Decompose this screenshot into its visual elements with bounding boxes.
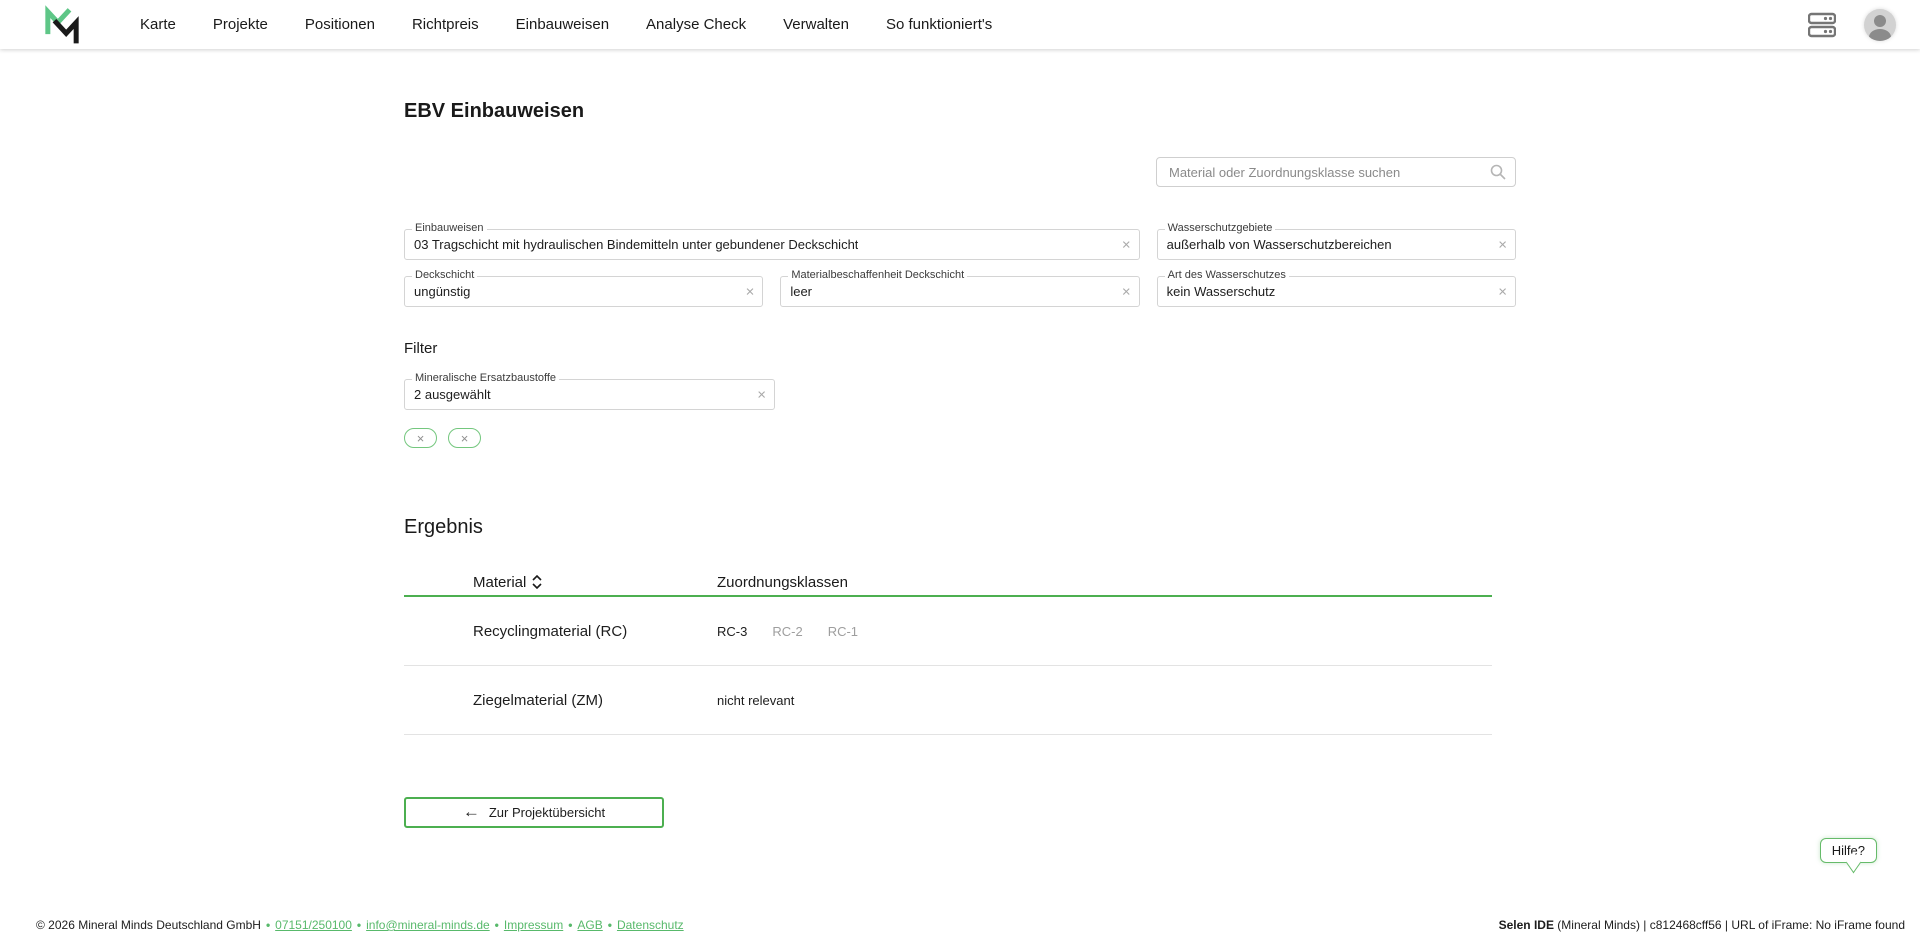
back-button-label: Zur Projektübersicht — [489, 805, 605, 820]
nav-item-projekte[interactable]: Projekte — [213, 16, 268, 33]
field-materialbeschaffenheit[interactable]: Materialbeschaffenheit Deckschicht leer … — [780, 276, 1139, 307]
result-heading: Ergebnis — [404, 516, 1516, 539]
search-box — [1156, 157, 1516, 187]
filter-chip[interactable]: × — [404, 428, 437, 448]
impressum-link[interactable]: Impressum — [504, 918, 563, 932]
nav-item-karte[interactable]: Karte — [140, 16, 176, 33]
field-deckschicht-label: Deckschicht — [412, 269, 477, 281]
separator-dot: • — [608, 918, 612, 932]
field-einbauweisen-label: Einbauweisen — [412, 222, 487, 234]
table-row: Ziegelmaterial (ZM) nicht relevant — [404, 666, 1492, 735]
field-materialbeschaffenheit-label: Materialbeschaffenheit Deckschicht — [788, 269, 967, 281]
field-mineralische-ersatzbaustoffe-value: 2 ausgewählt — [414, 387, 491, 402]
help-button[interactable]: Hilfe? — [1820, 838, 1877, 863]
main-nav: Karte Projekte Positionen Richtpreis Ein… — [140, 16, 992, 33]
nav-item-richtpreis[interactable]: Richtpreis — [412, 16, 479, 33]
filter-heading: Filter — [404, 340, 1516, 357]
filter-chip[interactable]: × — [448, 428, 481, 448]
separator-dot: • — [357, 918, 361, 932]
result-table: Material Zuordnungsklassen Recyclingmate… — [404, 569, 1492, 735]
sort-icon — [531, 575, 543, 589]
email-link[interactable]: info@mineral-minds.de — [366, 918, 490, 932]
datenschutz-link[interactable]: Datenschutz — [617, 918, 684, 932]
clear-icon[interactable]: × — [1498, 284, 1507, 299]
field-mineralische-ersatzbaustoffe-label: Mineralische Ersatzbaustoffe — [412, 372, 559, 384]
material-cell: Ziegelmaterial (ZM) — [404, 692, 717, 709]
clear-icon[interactable]: × — [757, 387, 766, 402]
mineral-minds-logo[interactable] — [42, 5, 82, 45]
arrow-left-icon: ← — [463, 803, 480, 820]
clear-icon[interactable]: × — [1122, 284, 1131, 299]
column-header-material[interactable]: Material — [404, 574, 717, 591]
field-art-des-wasserschutzes-label: Art des Wasserschutzes — [1165, 269, 1289, 281]
field-wasserschutzgebiete-label: Wasserschutzgebiete — [1165, 222, 1276, 234]
agb-link[interactable]: AGB — [577, 918, 602, 932]
separator-dot: • — [266, 918, 270, 932]
table-header-row: Material Zuordnungsklassen — [404, 569, 1492, 597]
field-art-des-wasserschutzes[interactable]: Art des Wasserschutzes kein Wasserschutz… — [1157, 276, 1516, 307]
class-badge: nicht relevant — [717, 693, 794, 708]
table-row: Recyclingmaterial (RC) RC-3 RC-2 RC-1 — [404, 597, 1492, 666]
separator-dot: • — [568, 918, 572, 932]
field-deckschicht[interactable]: Deckschicht ungünstig × — [404, 276, 763, 307]
phone-link[interactable]: 07151/250100 — [275, 918, 352, 932]
field-art-des-wasserschutzes-value: kein Wasserschutz — [1167, 284, 1276, 299]
clear-icon[interactable]: × — [1498, 237, 1507, 252]
field-wasserschutzgebiete[interactable]: Wasserschutzgebiete außerhalb von Wasser… — [1157, 229, 1516, 260]
clear-icon[interactable]: × — [1122, 237, 1131, 252]
class-badge: RC-2 — [772, 624, 802, 639]
class-badge: RC-1 — [828, 624, 858, 639]
main-content: EBV Einbauweisen Einbauweisen 03 Tragsch… — [404, 100, 1516, 828]
user-avatar-icon[interactable] — [1864, 9, 1896, 41]
column-header-zuordnungsklassen: Zuordnungsklassen — [717, 574, 848, 591]
debug-info-rest: (Mineral Minds) | c812468cff56 | URL of … — [1554, 918, 1905, 932]
nav-item-einbauweisen[interactable]: Einbauweisen — [516, 16, 609, 33]
selection-fields: Einbauweisen 03 Tragschicht mit hydrauli… — [404, 229, 1516, 307]
field-deckschicht-value: ungünstig — [414, 284, 470, 299]
separator-dot: • — [495, 918, 499, 932]
close-icon: × — [461, 432, 469, 445]
class-badge: RC-3 — [717, 624, 747, 639]
filter-chip-row: × × — [404, 428, 1516, 448]
column-header-material-label: Material — [473, 574, 526, 591]
nav-item-verwalten[interactable]: Verwalten — [783, 16, 849, 33]
page-footer: © 2026 Mineral Minds Deutschland GmbH • … — [0, 918, 1920, 932]
material-cell: Recyclingmaterial (RC) — [404, 623, 717, 640]
back-to-project-overview-button[interactable]: ← Zur Projektübersicht — [404, 797, 664, 828]
field-materialbeschaffenheit-value: leer — [790, 284, 812, 299]
copyright-text: © 2026 Mineral Minds Deutschland GmbH — [36, 918, 261, 932]
classes-cell: RC-3 RC-2 RC-1 — [717, 624, 858, 639]
close-icon: × — [417, 432, 425, 445]
app-header: Karte Projekte Positionen Richtpreis Ein… — [0, 0, 1920, 49]
debug-info: Selen IDE (Mineral Minds) | c812468cff56… — [1499, 918, 1905, 932]
field-wasserschutzgebiete-value: außerhalb von Wasserschutzbereichen — [1167, 237, 1392, 252]
nav-item-positionen[interactable]: Positionen — [305, 16, 375, 33]
search-input[interactable] — [1156, 157, 1516, 187]
classes-cell: nicht relevant — [717, 693, 794, 708]
debug-info-bold: Selen IDE — [1499, 918, 1554, 932]
page-title: EBV Einbauweisen — [404, 100, 1516, 123]
field-einbauweisen-value: 03 Tragschicht mit hydraulischen Bindemi… — [414, 237, 858, 252]
search-icon[interactable] — [1490, 164, 1506, 180]
nav-item-so-funktionierts[interactable]: So funktioniert's — [886, 16, 992, 33]
clear-icon[interactable]: × — [746, 284, 755, 299]
field-einbauweisen[interactable]: Einbauweisen 03 Tragschicht mit hydrauli… — [404, 229, 1140, 260]
field-mineralische-ersatzbaustoffe[interactable]: Mineralische Ersatzbaustoffe 2 ausgewähl… — [404, 379, 775, 410]
nav-item-analyse-check[interactable]: Analyse Check — [646, 16, 746, 33]
server-icon[interactable] — [1808, 12, 1836, 38]
